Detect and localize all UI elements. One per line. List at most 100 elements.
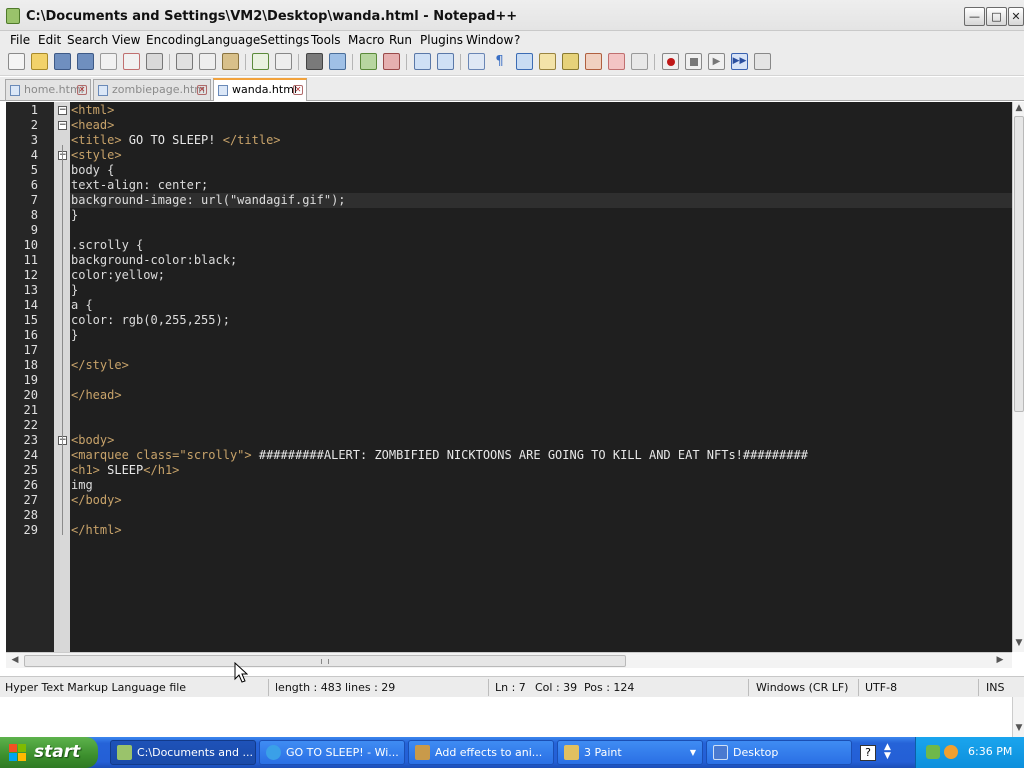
menu-plugins[interactable]: Plugins xyxy=(420,33,463,47)
menu-run[interactable]: Run xyxy=(389,33,412,47)
task-browser[interactable]: GO TO SLEEP! - Wi... xyxy=(259,740,405,765)
horizontal-scrollbar[interactable]: ◀ ▶ xyxy=(6,652,1012,668)
task-notepadpp[interactable]: C:\Documents and ... xyxy=(110,740,256,765)
code-line[interactable]: text-align: center; xyxy=(71,178,208,193)
code-line[interactable]: <head> xyxy=(71,118,114,133)
menu-edit[interactable]: Edit xyxy=(38,33,61,47)
code-line[interactable]: <body> xyxy=(71,433,114,448)
tab-zombiepage-html[interactable]: zombiepage.html ✕ xyxy=(93,79,211,100)
word-wrap-icon[interactable] xyxy=(468,53,485,70)
menu-settings[interactable]: Settings xyxy=(260,33,309,47)
print-icon[interactable] xyxy=(146,53,163,70)
scroll-right-icon[interactable]: ▶ xyxy=(994,655,1006,665)
code-line[interactable]: <html> xyxy=(71,103,114,118)
code-line[interactable]: <marquee class="scrolly"> #########ALERT… xyxy=(71,448,808,463)
close-file-icon[interactable] xyxy=(100,53,117,70)
scroll-up-icon[interactable]: ▲ xyxy=(1013,103,1024,113)
zoom-in-icon[interactable] xyxy=(360,53,377,70)
code-line[interactable]: a { xyxy=(71,298,93,313)
code-line[interactable]: </html> xyxy=(71,523,122,538)
task-add-effects[interactable]: Add effects to ani... xyxy=(408,740,554,765)
function-list-icon[interactable] xyxy=(585,53,602,70)
scroll-down-icon[interactable]: ▼ xyxy=(1013,638,1024,648)
menu-view[interactable]: View xyxy=(112,33,140,47)
close-tab-icon[interactable]: ✕ xyxy=(293,85,303,95)
vertical-scroll-thumb[interactable] xyxy=(1014,116,1024,412)
redo-icon[interactable] xyxy=(275,53,292,70)
doc-map-icon[interactable] xyxy=(562,53,579,70)
code-line[interactable]: } xyxy=(71,328,78,343)
save-all-icon[interactable] xyxy=(77,53,94,70)
folder-workspace-icon[interactable] xyxy=(608,53,625,70)
network-icon[interactable] xyxy=(926,745,940,759)
menu-search[interactable]: Search xyxy=(67,33,108,47)
menu-language[interactable]: Language xyxy=(201,33,260,47)
code-line[interactable]: img xyxy=(71,478,93,493)
new-file-icon[interactable] xyxy=(8,53,25,70)
tab-home-html[interactable]: home.html ✕ xyxy=(5,79,91,100)
close-tab-icon[interactable]: ✕ xyxy=(77,85,87,95)
code-line[interactable]: } xyxy=(71,208,78,223)
find-icon[interactable] xyxy=(306,53,323,70)
replace-icon[interactable] xyxy=(329,53,346,70)
copy-icon[interactable] xyxy=(199,53,216,70)
record-macro-icon[interactable] xyxy=(662,53,679,70)
menu-help[interactable]: ? xyxy=(514,33,520,47)
task-paint-group[interactable]: 3 Paint ▼ xyxy=(557,740,703,765)
scroll-down-icon[interactable]: ▼ xyxy=(1013,723,1024,733)
sync-horizontal-icon[interactable] xyxy=(437,53,454,70)
code-line[interactable]: background-image: url("wandagif.gif"); xyxy=(71,193,346,208)
cut-icon[interactable] xyxy=(176,53,193,70)
zoom-out-icon[interactable] xyxy=(383,53,400,70)
close-all-icon[interactable] xyxy=(123,53,140,70)
run-macro-multiple-icon[interactable]: ▶▶ xyxy=(731,53,748,70)
start-button[interactable]: start xyxy=(0,737,98,768)
search-icon[interactable] xyxy=(944,745,958,759)
stop-macro-icon[interactable] xyxy=(685,53,702,70)
taskbar-scroll-icon[interactable]: ▲ ▼ xyxy=(884,743,891,761)
show-all-characters-icon[interactable]: ¶ xyxy=(491,53,508,70)
fold-margin[interactable]: −−−− xyxy=(54,102,70,652)
vertical-scrollbar[interactable]: ▲ ▼ xyxy=(1012,102,1024,652)
code-line[interactable]: } xyxy=(71,283,78,298)
menu-macro[interactable]: Macro xyxy=(348,33,384,47)
fold-toggle-icon[interactable]: − xyxy=(58,106,67,115)
code-line[interactable]: body { xyxy=(71,163,114,178)
help-icon[interactable]: ? xyxy=(860,745,876,761)
code-line[interactable]: <h1> SLEEP</h1> xyxy=(71,463,179,478)
horizontal-scroll-thumb[interactable] xyxy=(24,655,626,667)
fold-toggle-icon[interactable]: − xyxy=(58,121,67,130)
code-area[interactable]: <html> <head> <title> GO TO SLEEP! </title… xyxy=(70,102,1012,652)
close-tab-icon[interactable]: ✕ xyxy=(197,85,207,95)
maximize-button[interactable]: □ xyxy=(986,7,1007,26)
code-line[interactable]: background-color:black; xyxy=(71,253,237,268)
paste-icon[interactable] xyxy=(222,53,239,70)
code-line[interactable]: </head> xyxy=(71,388,122,403)
code-line[interactable]: <title> GO TO SLEEP! </title> xyxy=(71,133,281,148)
user-language-icon[interactable] xyxy=(539,53,556,70)
tab-wanda-html[interactable]: wanda.html ✕ xyxy=(213,78,307,101)
menu-file[interactable]: File xyxy=(10,33,30,47)
code-editor[interactable]: 1 2 3 4 5 6 7 8 9 10 11 12 13 14 15 16 17 18 19 20 21 22 23 24 2… xyxy=(6,102,1012,652)
sync-vertical-icon[interactable] xyxy=(414,53,431,70)
indent-guide-icon[interactable] xyxy=(516,53,533,70)
code-line[interactable]: color: rgb(0,255,255); xyxy=(71,313,230,328)
code-line[interactable]: .scrolly { xyxy=(71,238,143,253)
task-desktop[interactable]: Desktop xyxy=(706,740,852,765)
open-file-icon[interactable] xyxy=(31,53,48,70)
code-line[interactable]: </style> xyxy=(71,358,129,373)
undo-icon[interactable] xyxy=(252,53,269,70)
scroll-left-icon[interactable]: ◀ xyxy=(9,655,21,665)
outer-scrollbar[interactable]: ▼ xyxy=(1012,697,1024,737)
minimize-button[interactable]: — xyxy=(964,7,985,26)
save-macro-icon[interactable] xyxy=(754,53,771,70)
code-line[interactable]: <style> xyxy=(71,148,122,163)
close-button[interactable]: ✕ xyxy=(1008,7,1024,26)
code-line[interactable]: color:yellow; xyxy=(71,268,165,283)
menu-tools[interactable]: Tools xyxy=(311,33,341,47)
play-macro-icon[interactable]: ▶ xyxy=(708,53,725,70)
menu-window[interactable]: Window xyxy=(466,33,513,47)
title-bar[interactable]: C:\Documents and Settings\VM2\Desktop\wa… xyxy=(0,0,1024,31)
save-icon[interactable] xyxy=(54,53,71,70)
monitoring-eye-icon[interactable] xyxy=(631,53,648,70)
